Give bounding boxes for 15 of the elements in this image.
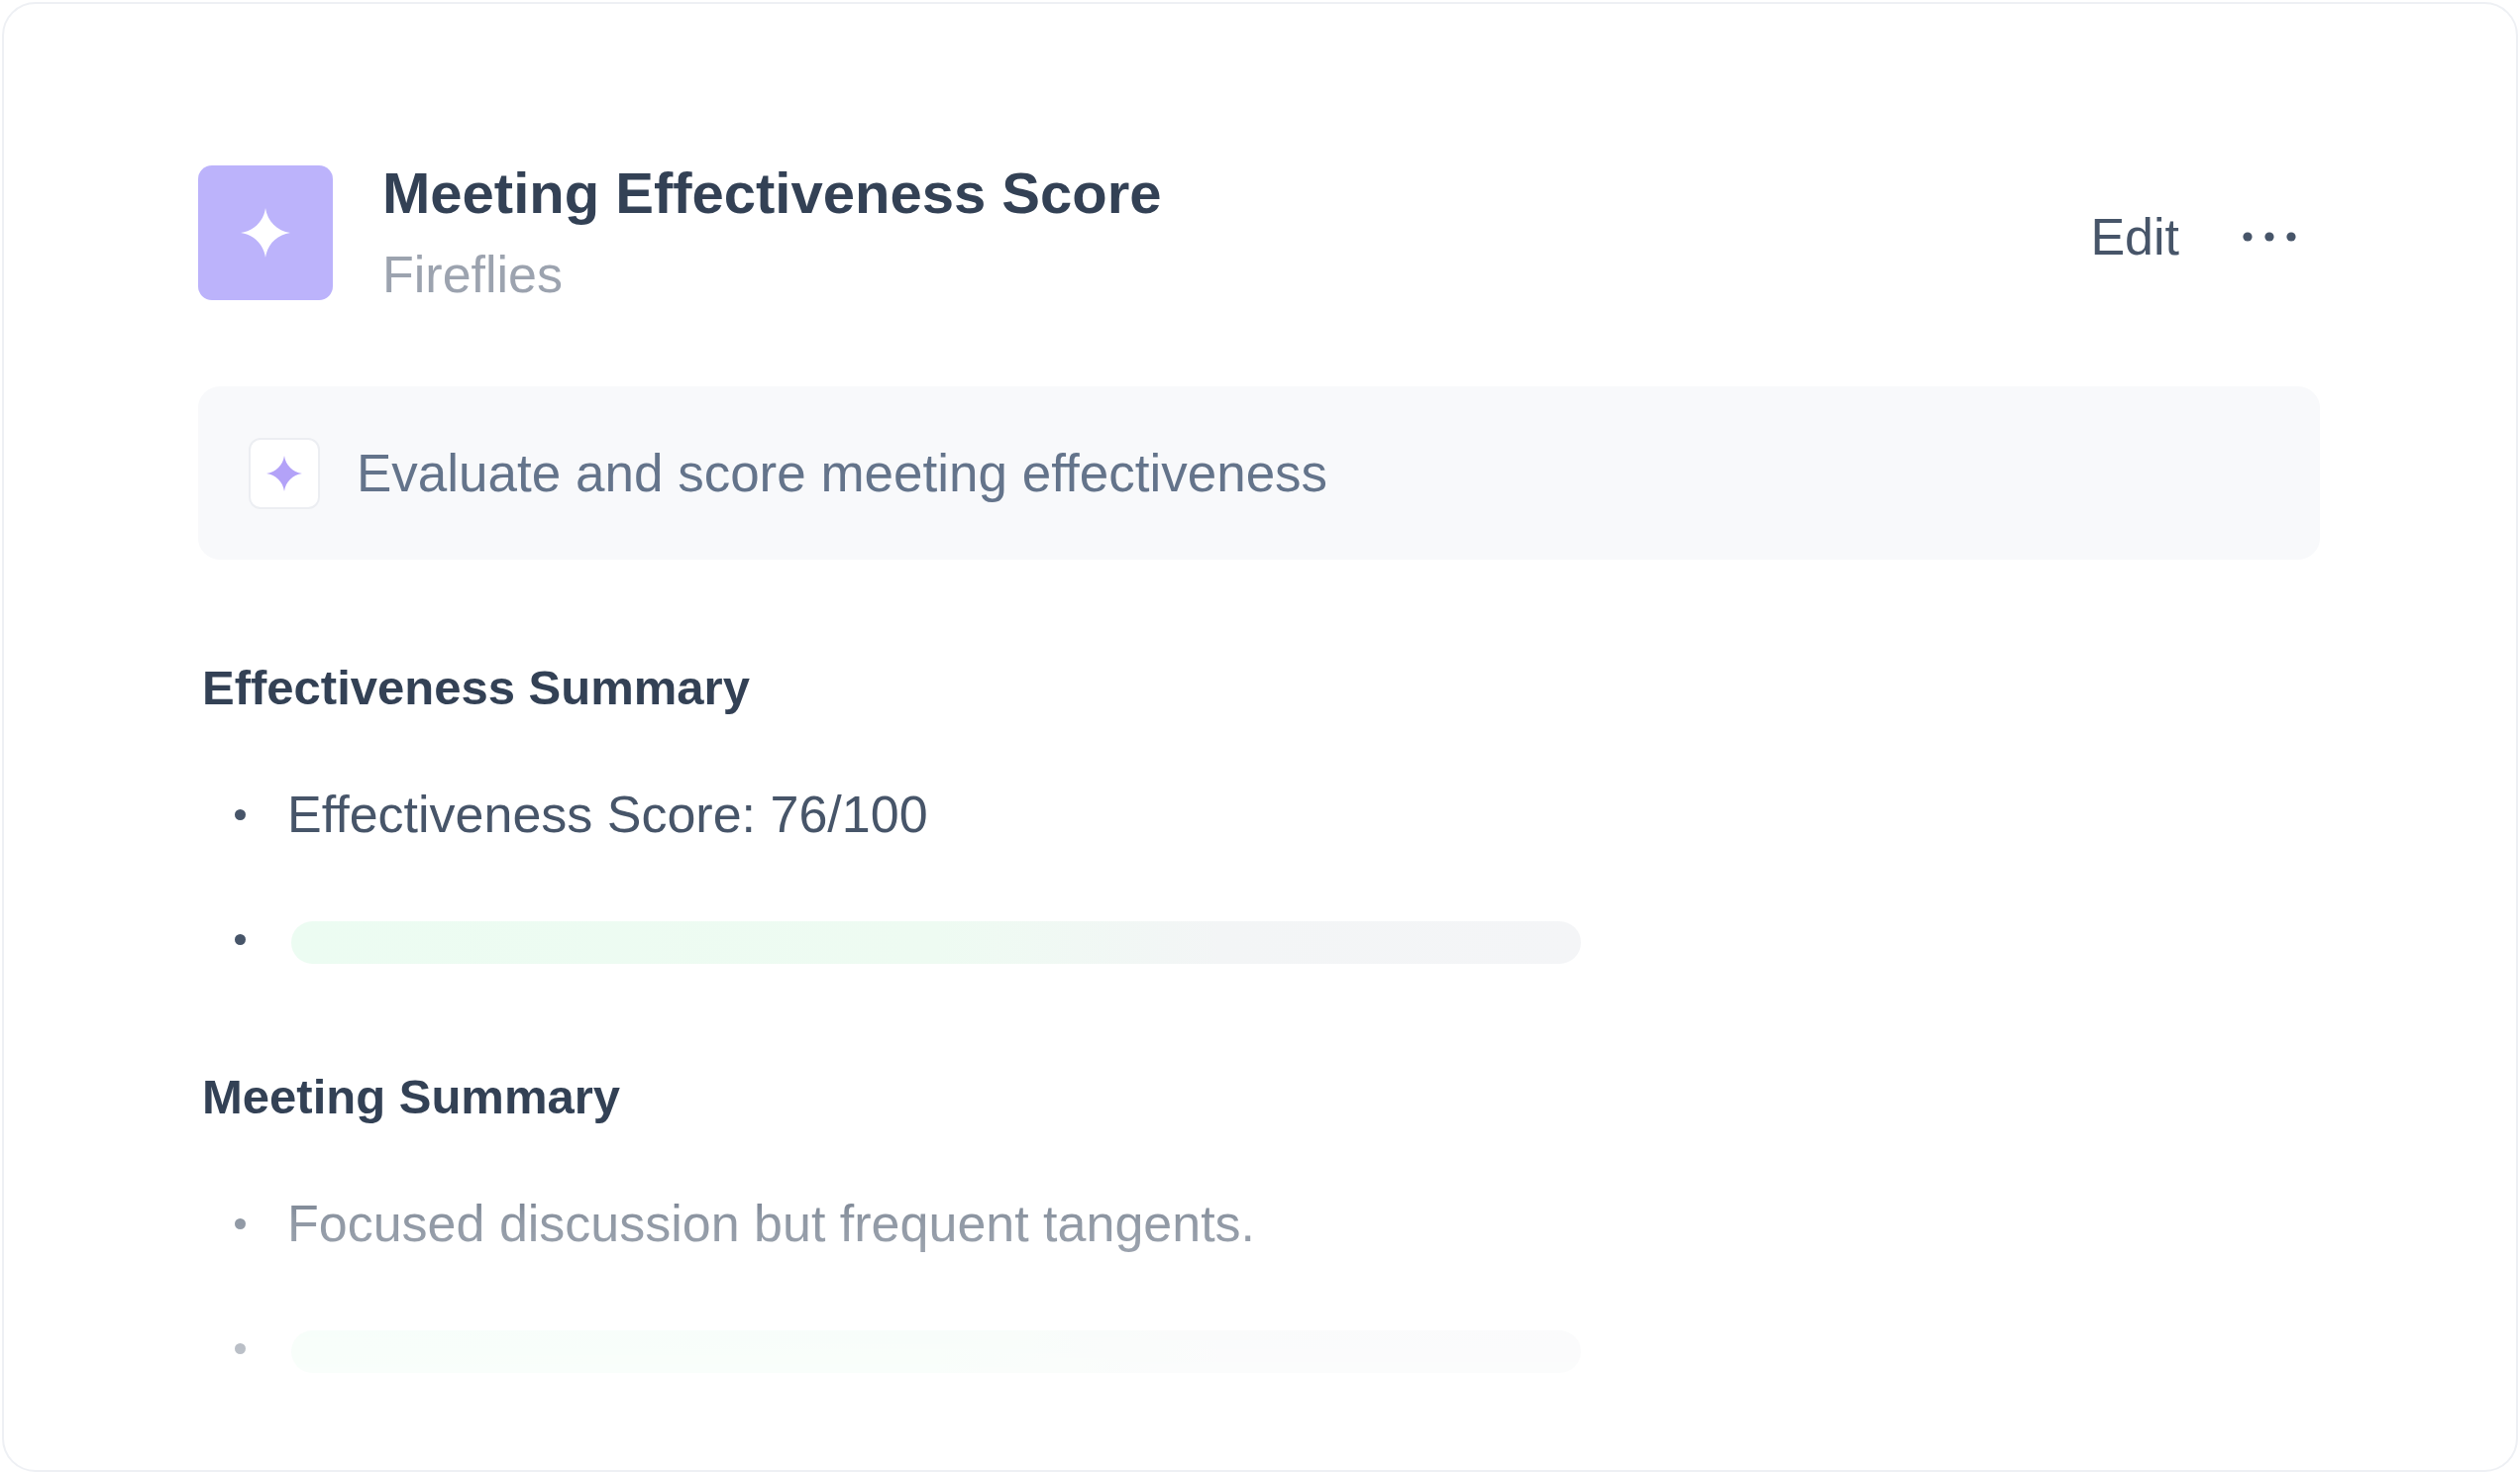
bullet-icon (235, 1217, 246, 1229)
list-item-text: Effectiveness Score: 76/100 (287, 785, 928, 845)
card-title: Meeting Effectiveness Score (382, 159, 1162, 227)
edit-button[interactable]: Edit (2090, 205, 2179, 267)
bullet-icon (235, 933, 246, 945)
source-label: Fireflies (382, 245, 564, 305)
list-item-text: Focused discussion but frequent tangents. (287, 1194, 1256, 1254)
section-heading: Effectiveness Summary (202, 660, 750, 716)
prompt-text: Evaluate and score meeting effectiveness (357, 442, 1328, 504)
bullet-icon (235, 1342, 246, 1354)
more-icon (2243, 231, 2296, 242)
bullet-icon (235, 808, 246, 820)
sparkle-icon (198, 165, 333, 300)
sparkle-icon (249, 437, 320, 509)
section-heading: Meeting Summary (202, 1069, 621, 1125)
